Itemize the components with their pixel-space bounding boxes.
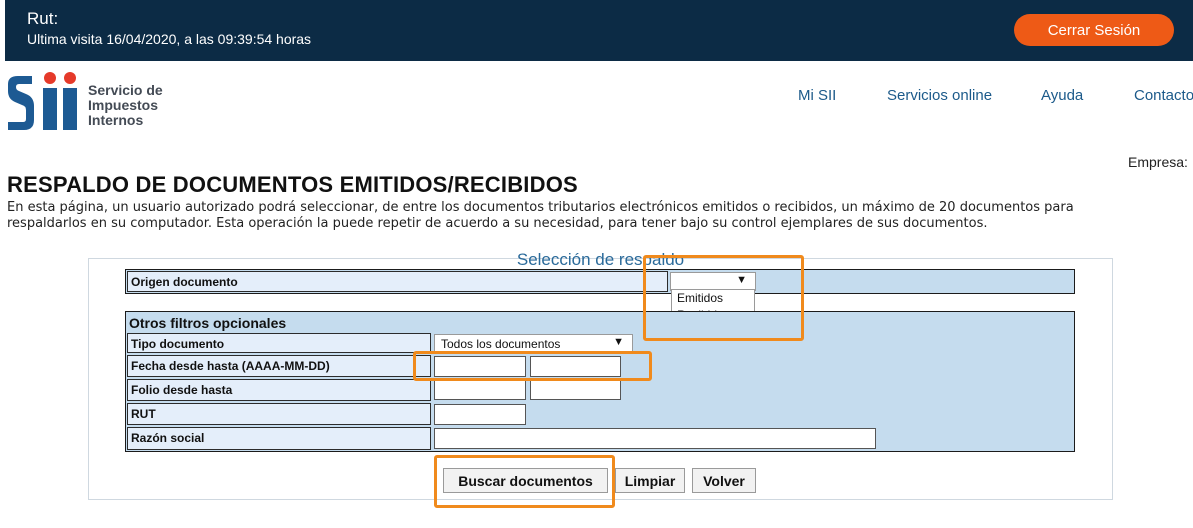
tipo-select[interactable]: Todos los documentos ▼	[434, 334, 633, 352]
empresa-label: Empresa:	[1128, 154, 1188, 170]
chevron-down-icon: ▼	[613, 336, 624, 348]
logo-line-3: Internos	[88, 112, 144, 128]
option-emitidos[interactable]: Emitidos	[672, 290, 754, 307]
nav-ayuda[interactable]: Ayuda	[1041, 87, 1083, 104]
folio-label: Folio desde hasta	[127, 379, 431, 401]
nav-contacto[interactable]: Contacto	[1134, 87, 1193, 104]
tipo-select-value: Todos los documentos	[441, 337, 561, 351]
back-button[interactable]: Volver	[692, 468, 756, 493]
logo-line-1: Servicio de	[88, 82, 163, 98]
fecha-hasta-input[interactable]	[530, 356, 621, 377]
razon-social-input[interactable]	[434, 428, 876, 449]
tipo-label: Tipo documento	[127, 333, 431, 353]
last-visit-text: Ultima visita 16/04/2020, a las 09:39:54…	[27, 31, 312, 47]
logout-button[interactable]: Cerrar Sesión	[1014, 14, 1174, 46]
page-description: En esta página, un usuario autorizado po…	[7, 200, 1074, 231]
origen-label: Origen documento	[127, 271, 668, 292]
sii-logo-icon[interactable]	[6, 70, 78, 132]
search-documents-button[interactable]: Buscar documentos	[443, 468, 608, 493]
fecha-desde-input[interactable]	[434, 356, 526, 377]
nav-servicios-online[interactable]: Servicios online	[887, 87, 992, 104]
logo-line-2: Impuestos	[88, 97, 159, 113]
logo-text: Servicio de Impuestos Internos	[88, 83, 163, 128]
nav-mi-sii[interactable]: Mi SII	[798, 87, 836, 104]
chevron-down-icon: ▼	[736, 274, 747, 286]
rut-label: Rut:	[27, 9, 59, 28]
razon-social-label: Razón social	[127, 427, 431, 450]
section-title: Selección de respaldo	[516, 250, 685, 269]
clear-button[interactable]: Limpiar	[615, 468, 685, 493]
folio-desde-input[interactable]	[434, 380, 526, 400]
page-title: RESPALDO DE DOCUMENTOS EMITIDOS/RECIBIDO…	[7, 172, 578, 197]
rut-field-label: RUT	[127, 403, 431, 425]
filters-title: Otros filtros opcionales	[129, 315, 287, 331]
fecha-label: Fecha desde hasta (AAAA-MM-DD)	[127, 355, 431, 377]
rut-input[interactable]	[434, 404, 526, 425]
folio-hasta-input[interactable]	[530, 380, 621, 400]
